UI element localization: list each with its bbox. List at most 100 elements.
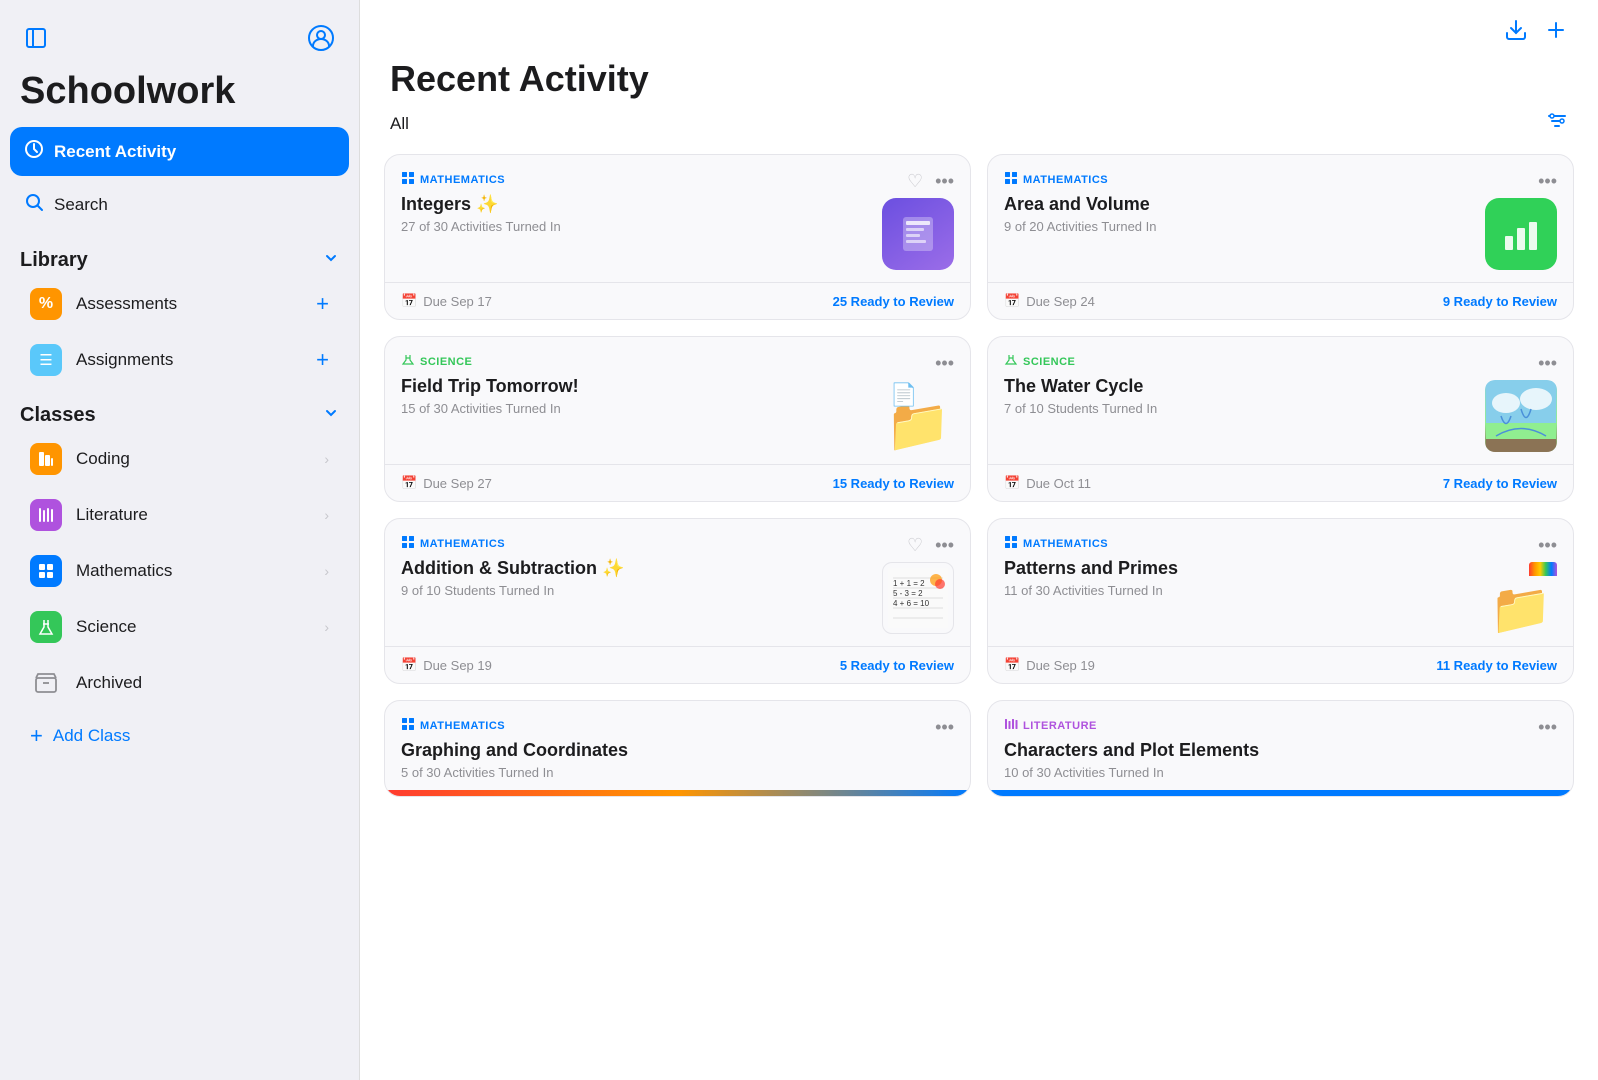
card-integers[interactable]: MATHEMATICS Integers ✨ 27 of 30 Activiti… [384,154,971,320]
library-section-header: Library [0,233,359,276]
card-graphing[interactable]: MATHEMATICS Graphing and Coordinates 5 o… [384,700,971,797]
science-chevron-icon: › [324,619,329,635]
literature-bars-icon [1004,717,1018,734]
graphing-more-button[interactable]: ••• [935,717,954,738]
svg-text:5 - 3 = 2: 5 - 3 = 2 [893,589,923,598]
classes-section-header: Classes [0,388,359,431]
search-nav-button[interactable]: Search [10,180,349,229]
field-class-label: SCIENCE [401,353,882,370]
card-area-volume[interactable]: MATHEMATICS Area and Volume 9 of 20 Acti… [987,154,1574,320]
patterns-thumb: 📁 [1485,562,1557,634]
assessments-label: Assessments [76,294,177,314]
add-class-button[interactable]: + Add Class [10,711,349,761]
area-review-button[interactable]: 9 Ready to Review [1443,294,1557,309]
classes-collapse-button[interactable] [323,405,339,426]
add-class-label: Add Class [53,726,130,746]
sidebar-item-coding[interactable]: Coding › [10,431,349,487]
add-assignment-button[interactable]: + [316,347,329,373]
recent-activity-nav-button[interactable]: Recent Activity [10,127,349,176]
addition-due: 📅 Due Sep 19 [401,657,492,673]
water-thumb [1485,380,1557,452]
characters-subtitle: 10 of 30 Activities Turned In [1004,765,1538,780]
archived-icon [30,667,62,699]
field-more-button[interactable]: ••• [935,353,954,374]
water-more-button[interactable]: ••• [1538,353,1557,374]
search-label: Search [54,195,108,215]
search-icon [24,192,44,217]
calendar-icon5: 📅 [401,657,417,673]
card-characters[interactable]: LITERATURE Characters and Plot Elements … [987,700,1574,797]
sidebar-item-mathematics[interactable]: Mathematics › [10,543,349,599]
integers-review-button[interactable]: 25 Ready to Review [833,294,954,309]
calendar-icon6: 📅 [1004,657,1020,673]
patterns-review-button[interactable]: 11 Ready to Review [1436,658,1557,673]
water-subtitle: 7 of 10 Students Turned In [1004,401,1485,416]
area-class-label: MATHEMATICS [1004,171,1485,188]
graphing-class-label: MATHEMATICS [401,717,935,734]
clock-icon [24,139,44,164]
classes-title: Classes [20,404,96,427]
svg-text:1 + 1 = 2: 1 + 1 = 2 [893,579,925,588]
characters-class-label: LITERATURE [1004,717,1538,734]
math-grid-icon3 [401,535,415,552]
water-review-button[interactable]: 7 Ready to Review [1443,476,1557,491]
download-button[interactable] [1504,18,1528,48]
literature-label: Literature [76,505,148,525]
water-due: 📅 Due Oct 11 [1004,475,1091,491]
field-subtitle: 15 of 30 Activities Turned In [401,401,882,416]
add-icon: + [30,723,43,749]
sidebar-item-assessments[interactable]: % Assessments + [10,276,349,332]
integers-title: Integers ✨ [401,194,882,215]
card-patterns[interactable]: MATHEMATICS Patterns and Primes 11 of 30… [987,518,1574,684]
filter-options-button[interactable] [1546,110,1568,138]
math-grid-icon4 [1004,535,1018,552]
main-content: Recent Activity All [360,0,1598,1080]
characters-more-button[interactable]: ••• [1538,717,1557,738]
area-more-button[interactable]: ••• [1538,171,1557,192]
toggle-sidebar-button[interactable] [20,22,52,60]
field-title: Field Trip Tomorrow! [401,376,882,397]
graphing-title: Graphing and Coordinates [401,740,935,761]
integers-more-button[interactable]: ••• [935,171,954,192]
mathematics-chevron-icon: › [324,563,329,579]
addition-title: Addition & Subtraction ✨ [401,558,882,579]
sidebar-item-archived[interactable]: Archived [10,655,349,711]
card-addition[interactable]: MATHEMATICS Addition & Subtraction ✨ 9 o… [384,518,971,684]
mathematics-icon [30,555,62,587]
field-review-button[interactable]: 15 Ready to Review [833,476,954,491]
addition-heart-button[interactable]: ♡ [907,535,923,556]
integers-class-label: MATHEMATICS [401,171,882,188]
literature-icon [30,499,62,531]
patterns-title: Patterns and Primes [1004,558,1485,579]
profile-button[interactable] [303,20,339,62]
addition-review-button[interactable]: 5 Ready to Review [840,658,954,673]
addition-thumb: 1 + 1 = 2 5 - 3 = 2 4 + 6 = 10 [882,562,954,634]
library-collapse-button[interactable] [323,250,339,271]
science-flask-icon2 [1004,353,1018,370]
card-water-cycle[interactable]: SCIENCE The Water Cycle 7 of 10 Students… [987,336,1574,502]
math-grid-icon2 [1004,171,1018,188]
patterns-subtitle: 11 of 30 Activities Turned In [1004,583,1485,598]
sidebar-header [0,0,359,62]
sidebar-item-science[interactable]: Science › [10,599,349,655]
field-thumb: 📁 📄 [882,380,954,452]
coding-label: Coding [76,449,130,469]
science-label: Science [76,617,136,637]
field-due: 📅 Due Sep 27 [401,475,492,491]
add-assessment-button[interactable]: + [316,291,329,317]
mathematics-label: Mathematics [76,561,172,581]
add-button[interactable] [1544,18,1568,48]
calendar-icon3: 📅 [401,475,417,491]
sidebar-item-literature[interactable]: Literature › [10,487,349,543]
addition-more-button[interactable]: ••• [935,535,954,556]
addition-subtitle: 9 of 10 Students Turned In [401,583,882,598]
assignments-label: Assignments [76,350,173,370]
patterns-class-label: MATHEMATICS [1004,535,1485,552]
sidebar-item-assignments[interactable]: ☰ Assignments + [10,332,349,388]
calendar-icon4: 📅 [1004,475,1020,491]
archived-label: Archived [76,673,142,693]
card-field-trip[interactable]: SCIENCE Field Trip Tomorrow! 15 of 30 Ac… [384,336,971,502]
patterns-more-button[interactable]: ••• [1538,535,1557,556]
integers-heart-button[interactable]: ♡ [907,171,923,192]
water-title: The Water Cycle [1004,376,1485,397]
